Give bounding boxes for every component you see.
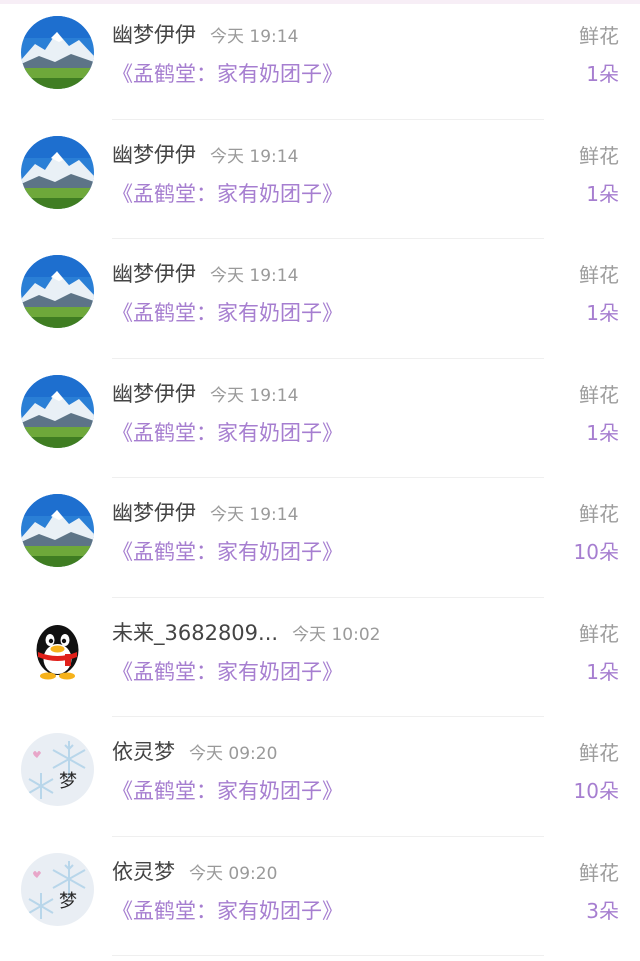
user-name-text: 幽梦伊伊 bbox=[112, 381, 196, 406]
gift-type-label: 鲜花 bbox=[579, 143, 619, 168]
gift-count: 1朵 bbox=[586, 62, 619, 86]
user-name: 幽梦伊伊 今天 19:14 bbox=[112, 259, 298, 291]
timestamp: 今天 10:02 bbox=[292, 624, 381, 645]
row-divider bbox=[112, 955, 544, 956]
user-name: 幽梦伊伊 今天 19:14 bbox=[112, 379, 298, 411]
snowflake-avatar[interactable]: 梦 bbox=[21, 733, 94, 806]
gift-count: 1朵 bbox=[586, 420, 619, 445]
user-name-text: 幽梦伊伊 bbox=[112, 262, 196, 286]
user-name-text: 幽梦伊伊 bbox=[112, 142, 196, 167]
list-item[interactable]: 梦 依灵梦 今天 09:20 《孟鹤堂：家有奶团子》 鲜花 3朵 bbox=[0, 837, 640, 956]
book-title-link[interactable]: 《孟鹤堂：家有奶团子》 bbox=[112, 178, 343, 210]
list-item[interactable]: 未来_3682809... 今天 10:02 《孟鹤堂：家有奶团子》 鲜花 1朵 bbox=[0, 598, 640, 717]
gift-count: 3朵 bbox=[586, 898, 619, 923]
timestamp: 今天 19:14 bbox=[210, 505, 299, 525]
list-item[interactable]: 幽梦伊伊 今天 19:14 《孟鹤堂：家有奶团子》 鲜花 1朵 bbox=[0, 120, 640, 239]
list-item[interactable]: 梦 依灵梦 今天 09:20 《孟鹤堂：家有奶团子》 鲜花 10朵 bbox=[0, 717, 640, 837]
book-title-link[interactable]: 《孟鹤堂：家有奶团子》 bbox=[112, 58, 343, 90]
mountain-avatar[interactable] bbox=[21, 374, 94, 448]
timestamp: 今天 19:14 bbox=[210, 385, 299, 406]
timestamp: 今天 19:14 bbox=[210, 266, 299, 286]
gift-type-label: 鲜花 bbox=[579, 621, 619, 646]
book-title-link[interactable]: 《孟鹤堂：家有奶团子》 bbox=[112, 656, 343, 688]
avatar-calligraphy: 梦 bbox=[59, 891, 77, 912]
snowflake-avatar[interactable]: 梦 bbox=[21, 852, 94, 926]
book-title-link[interactable]: 《孟鹤堂：家有奶团子》 bbox=[112, 895, 343, 927]
book-title-link[interactable]: 《孟鹤堂：家有奶团子》 bbox=[112, 775, 343, 807]
user-name: 幽梦伊伊 今天 19:14 bbox=[112, 498, 298, 530]
mountain-avatar[interactable] bbox=[21, 494, 94, 567]
gift-count: 1朵 bbox=[586, 659, 619, 684]
book-title-link[interactable]: 《孟鹤堂：家有奶团子》 bbox=[112, 417, 343, 449]
user-name-text: 依灵梦 bbox=[112, 859, 175, 884]
gift-type-label: 鲜花 bbox=[579, 860, 619, 885]
user-name-text: 幽梦伊伊 bbox=[112, 501, 196, 525]
gift-record-list: 幽梦伊伊 今天 19:14 《孟鹤堂：家有奶团子》 鲜花 1朵 幽梦伊伊 今天 19… bbox=[0, 0, 640, 956]
gift-type-label: 鲜花 bbox=[579, 24, 619, 48]
gift-count: 10朵 bbox=[573, 779, 619, 803]
gift-count: 10朵 bbox=[573, 540, 619, 564]
timestamp: 今天 09:20 bbox=[189, 863, 278, 884]
list-item[interactable]: 幽梦伊伊 今天 19:14 《孟鹤堂：家有奶团子》 鲜花 1朵 bbox=[0, 359, 640, 478]
list-item[interactable]: 幽梦伊伊 今天 19:14 《孟鹤堂：家有奶团子》 鲜花 10朵 bbox=[0, 478, 640, 598]
mountain-avatar[interactable] bbox=[21, 135, 94, 209]
gift-type-label: 鲜花 bbox=[579, 741, 619, 765]
gift-count: 1朵 bbox=[586, 181, 619, 206]
penguin-avatar[interactable] bbox=[21, 613, 94, 687]
list-item[interactable]: 幽梦伊伊 今天 19:14 《孟鹤堂：家有奶团子》 鲜花 1朵 bbox=[0, 0, 640, 120]
gift-type-label: 鲜花 bbox=[579, 502, 619, 526]
user-name: 未来_3682809... 今天 10:02 bbox=[112, 618, 380, 650]
user-name-text: 未来_3682809... bbox=[112, 620, 279, 645]
mountain-avatar[interactable] bbox=[21, 255, 94, 328]
user-name: 幽梦伊伊 今天 19:14 bbox=[112, 20, 298, 52]
mountain-avatar[interactable] bbox=[21, 16, 94, 89]
gift-type-label: 鲜花 bbox=[579, 263, 619, 287]
timestamp: 今天 19:14 bbox=[210, 146, 299, 167]
book-title-link[interactable]: 《孟鹤堂：家有奶团子》 bbox=[112, 297, 343, 329]
user-name-text: 依灵梦 bbox=[112, 740, 175, 764]
avatar-calligraphy: 梦 bbox=[59, 771, 77, 792]
user-name: 幽梦伊伊 今天 19:14 bbox=[112, 140, 298, 172]
user-name: 依灵梦 今天 09:20 bbox=[112, 857, 277, 889]
user-name-text: 幽梦伊伊 bbox=[112, 23, 196, 47]
gift-count: 1朵 bbox=[586, 301, 619, 325]
gift-type-label: 鲜花 bbox=[579, 382, 619, 407]
user-name: 依灵梦 今天 09:20 bbox=[112, 737, 277, 769]
timestamp: 今天 19:14 bbox=[210, 27, 299, 47]
book-title-link[interactable]: 《孟鹤堂：家有奶团子》 bbox=[112, 536, 343, 568]
list-item[interactable]: 幽梦伊伊 今天 19:14 《孟鹤堂：家有奶团子》 鲜花 1朵 bbox=[0, 239, 640, 359]
timestamp: 今天 09:20 bbox=[189, 744, 278, 764]
